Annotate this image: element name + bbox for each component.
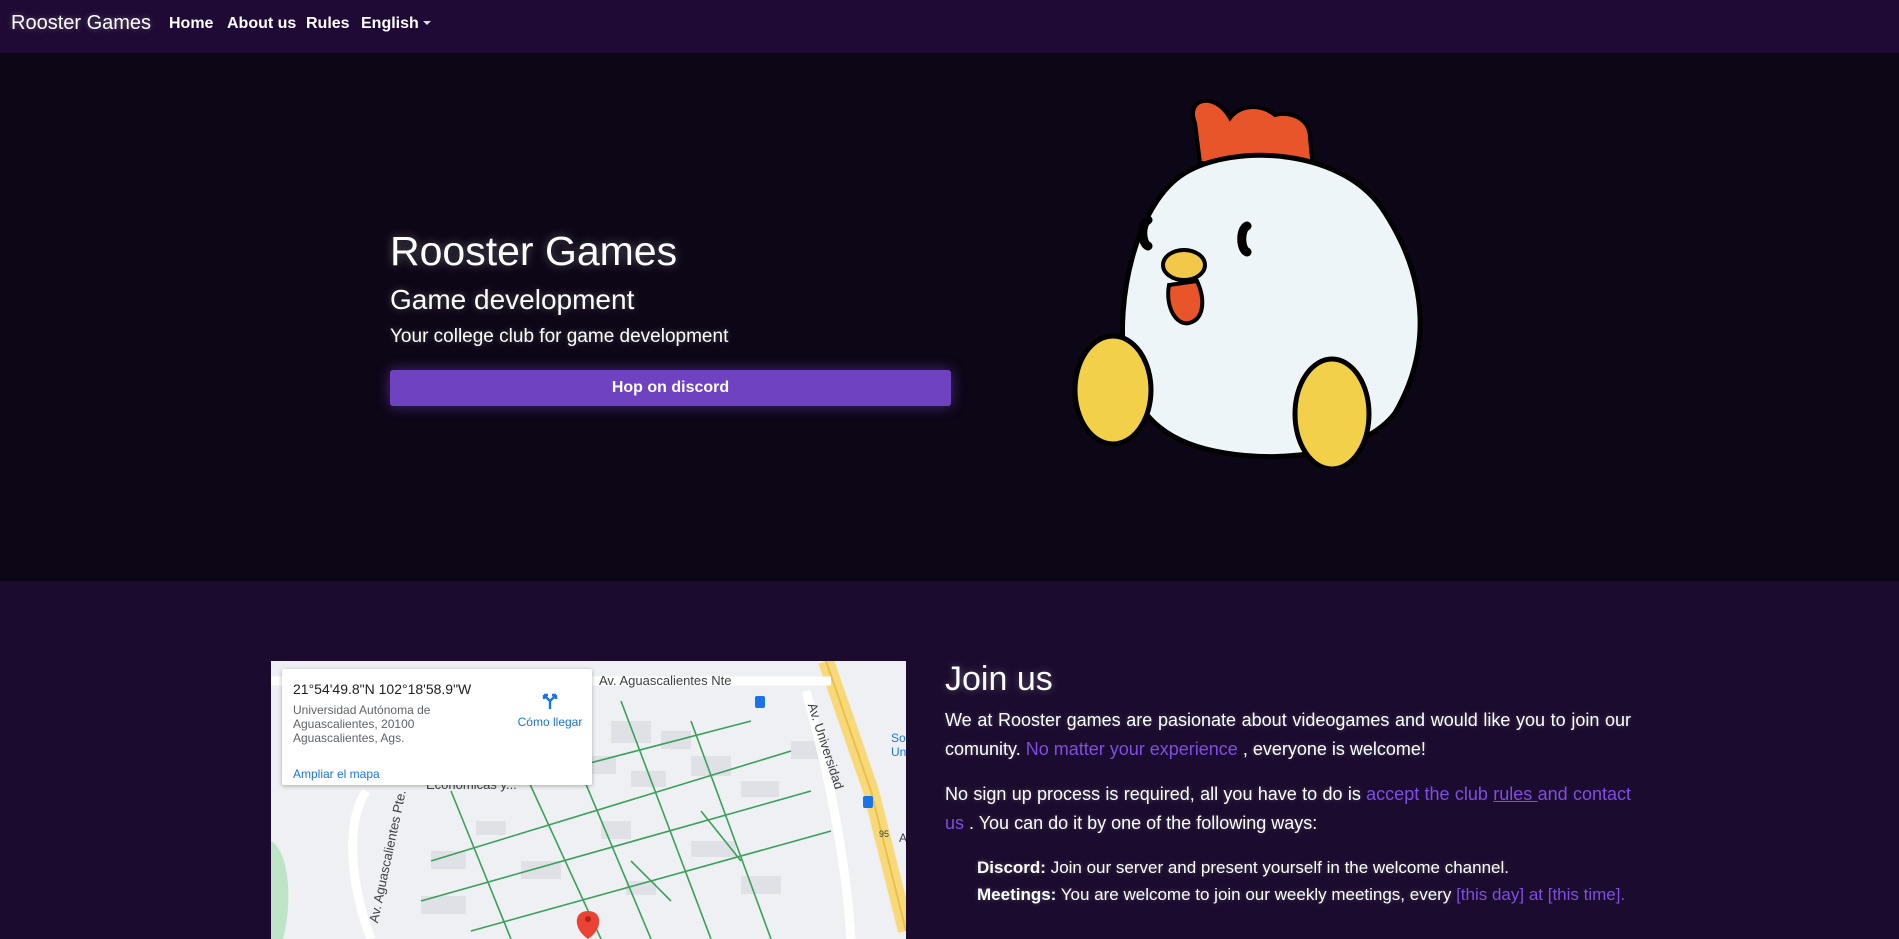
discord-text: Join our server and present yourself in … — [1045, 858, 1509, 877]
join-steps-text-end: . You can do it by one of the following … — [964, 813, 1318, 833]
directions-icon — [542, 693, 558, 709]
discord-button[interactable]: Hop on discord — [390, 370, 951, 406]
nav-rules[interactable]: Rules — [306, 15, 350, 33]
map-info-card: 21°54'49.8"N 102°18'58.9"W Universidad A… — [282, 669, 592, 785]
nav-home[interactable]: Home — [169, 15, 213, 33]
map-road-label: A — [899, 831, 906, 845]
hero-subtitle: Game development — [390, 284, 635, 315]
discord-label: Discord: — [977, 858, 1046, 877]
enlarge-map-link[interactable]: Ampliar el mapa — [293, 767, 380, 781]
map-coordinates: 21°54'49.8"N 102°18'58.9"W — [293, 681, 472, 697]
meetings-way: Meetings: You are welcome to join our we… — [977, 881, 1631, 908]
meetings-time: [this day] at [this time]. — [1456, 885, 1626, 904]
join-title: Join us — [945, 660, 1053, 698]
join-steps-text: No sign up process is required, all you … — [945, 784, 1367, 804]
map-poi-label: Un — [891, 745, 906, 759]
rules-link[interactable]: rules — [1493, 784, 1537, 804]
experience-link[interactable]: No matter your experience — [1026, 739, 1238, 759]
map-route-label: 95 — [879, 829, 890, 839]
language-dropdown[interactable]: English — [361, 15, 431, 33]
rooster-mascot-icon — [1072, 98, 1423, 468]
directions-button[interactable]: Cómo llegar — [510, 691, 590, 729]
map-embed[interactable]: Av. Aguascalientes Nte Av. Universidad A… — [271, 661, 906, 939]
meetings-text: You are welcome to join our weekly meeti… — [1056, 885, 1457, 904]
accept-rules-text: accept the club — [1366, 784, 1494, 804]
hero-title: Rooster Games — [390, 228, 678, 274]
hero-tagline: Your college club for game development — [390, 326, 729, 347]
discord-way: Discord: Join our server and present you… — [977, 854, 1631, 881]
map-address: Universidad Autónoma de Aguascalientes, … — [293, 703, 431, 745]
meetings-label: Meetings: — [977, 885, 1057, 904]
join-intro-text-end: , everyone is welcome! — [1237, 739, 1426, 759]
language-label: English — [361, 15, 419, 32]
chevron-down-icon — [422, 21, 431, 25]
nav-about-us[interactable]: About us — [227, 15, 296, 33]
hero-section — [0, 53, 1899, 581]
map-poi-label: So — [891, 731, 906, 745]
join-intro-paragraph: We at Rooster games are pasionate about … — [945, 706, 1631, 764]
brand-logo-text[interactable]: Rooster Games — [11, 12, 151, 35]
navbar: Rooster Games Home About us Rules Englis… — [0, 0, 1899, 53]
directions-label: Cómo llegar — [517, 715, 583, 729]
map-road-label: Av. Aguascalientes Nte — [599, 673, 732, 688]
join-steps-paragraph: No sign up process is required, all you … — [945, 780, 1631, 838]
